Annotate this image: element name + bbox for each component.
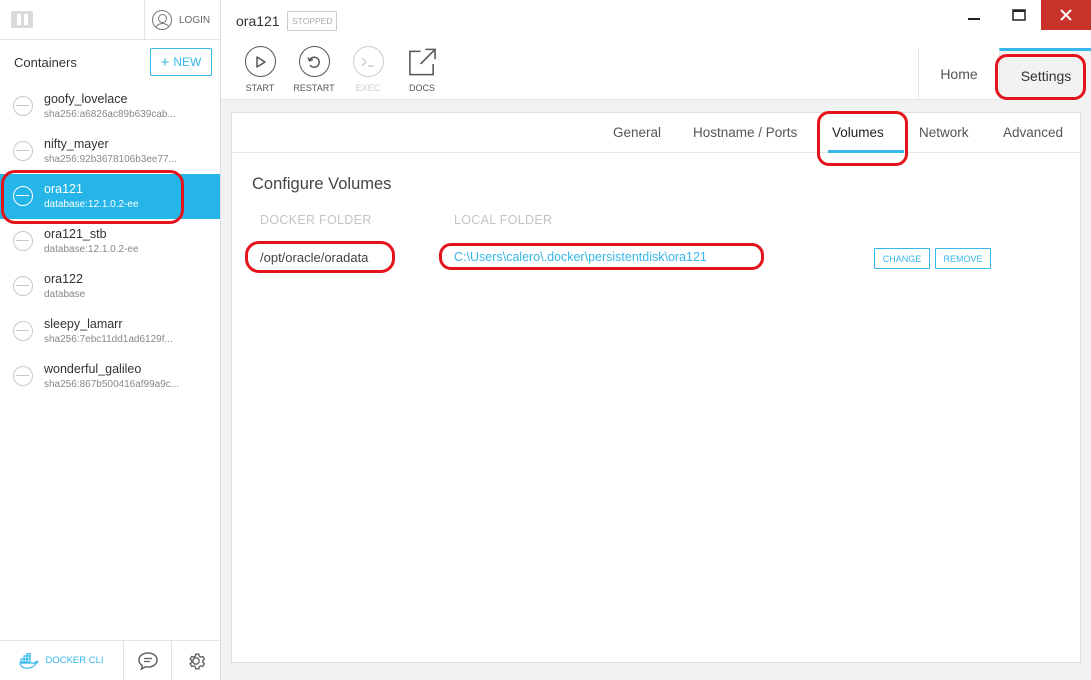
- subtab-general[interactable]: General: [613, 125, 661, 140]
- login-button[interactable]: LOGIN: [152, 9, 210, 31]
- docs-button[interactable]: DOCS: [395, 46, 449, 93]
- restart-button[interactable]: RESTART: [287, 46, 341, 93]
- stopped-status-icon: [13, 141, 33, 161]
- container-name: ora121_stb: [44, 227, 107, 241]
- sidebar-top-bar: LOGIN: [0, 0, 220, 40]
- container-item-ora121-stb[interactable]: ora121_stb database:12.1.0.2-ee: [0, 219, 220, 264]
- container-image: sha256:867b500416af99a9c...: [44, 379, 180, 390]
- container-name: ora122: [44, 272, 83, 286]
- sidebar-footer: DOCKER CLI: [0, 640, 220, 680]
- container-item-nifty-mayer[interactable]: nifty_mayer sha256:92b3678106b3ee77...: [0, 129, 220, 174]
- active-tab-indicator: [828, 150, 904, 153]
- docker-cli-button[interactable]: DOCKER CLI: [0, 641, 124, 680]
- user-icon: [152, 10, 172, 30]
- stopped-status-icon: [13, 186, 33, 206]
- start-label: START: [245, 83, 275, 93]
- tab-home[interactable]: Home: [919, 48, 999, 100]
- maximize-button[interactable]: [997, 0, 1041, 30]
- sidebar: LOGIN Containers + NEW goofy_lovelace sh…: [0, 0, 221, 680]
- docker-cli-label: DOCKER CLI: [45, 655, 104, 666]
- container-header: ora121 STOPPED START RESTART EXEC DOCS H…: [221, 0, 1091, 100]
- settings-subtabs: General Hostname / Ports Volumes Network…: [232, 113, 1080, 153]
- container-image: sha256:7ebc11dd1ad6129f...: [44, 334, 173, 345]
- remove-volume-button[interactable]: REMOVE: [935, 248, 991, 269]
- restart-icon: [298, 46, 330, 77]
- container-list: goofy_lovelace sha256:a6826ac89b639cab..…: [0, 84, 220, 399]
- container-item-ora121[interactable]: ora121 database:12.1.0.2-ee: [0, 174, 220, 219]
- column-header-docker-folder: DOCKER FOLDER: [260, 213, 372, 227]
- close-icon: [1060, 9, 1072, 21]
- external-link-icon: [407, 46, 438, 77]
- tab-settings[interactable]: Settings: [999, 48, 1091, 100]
- subtab-hostname-ports[interactable]: Hostname / Ports: [693, 125, 797, 140]
- container-title: ora121: [236, 13, 280, 29]
- docker-whale-icon: [19, 652, 40, 669]
- container-item-wonderful-galileo[interactable]: wonderful_galileo sha256:867b500416af99a…: [0, 354, 220, 399]
- stopped-status-icon: [13, 96, 33, 116]
- divider: [144, 0, 145, 40]
- subtab-advanced[interactable]: Advanced: [1003, 125, 1063, 140]
- login-label: LOGIN: [179, 14, 211, 26]
- container-image: database:12.1.0.2-ee: [44, 244, 139, 255]
- container-image: sha256:a6826ac89b639cab...: [44, 109, 176, 120]
- section-title: Configure Volumes: [252, 175, 392, 193]
- play-icon: [244, 46, 276, 77]
- kitematic-logo-icon: [11, 11, 33, 28]
- subtab-volumes[interactable]: Volumes: [832, 125, 884, 140]
- container-item-sleepy-lamarr[interactable]: sleepy_lamarr sha256:7ebc11dd1ad6129f...: [0, 309, 220, 354]
- docs-label: DOCS: [408, 83, 435, 93]
- status-badge: STOPPED: [287, 11, 338, 31]
- view-tabs: Home Settings: [918, 48, 1091, 100]
- docker-folder-path: /opt/oracle/oradata: [260, 250, 369, 265]
- stopped-status-icon: [13, 366, 33, 386]
- new-container-button[interactable]: + NEW: [150, 48, 212, 76]
- close-button[interactable]: [1041, 0, 1091, 30]
- container-item-ora122[interactable]: ora122 database: [0, 264, 220, 309]
- maximize-icon: [1012, 9, 1026, 21]
- container-image: database: [44, 289, 86, 300]
- container-name: nifty_mayer: [44, 137, 109, 151]
- gear-icon: [189, 652, 206, 669]
- container-name: sleepy_lamarr: [44, 317, 123, 331]
- containers-title: Containers: [14, 55, 77, 70]
- stopped-status-icon: [13, 276, 33, 296]
- stopped-status-icon: [13, 321, 33, 341]
- preferences-button[interactable]: [172, 641, 220, 680]
- minimize-button[interactable]: [952, 0, 996, 30]
- container-name: wonderful_galileo: [44, 362, 142, 376]
- subtab-network[interactable]: Network: [919, 125, 969, 140]
- container-image: sha256:92b3678106b3ee77...: [44, 154, 177, 165]
- restart-label: RESTART: [293, 83, 335, 93]
- container-item-goofy-lovelace[interactable]: goofy_lovelace sha256:a6826ac89b639cab..…: [0, 84, 220, 129]
- action-toolbar: START RESTART EXEC DOCS: [233, 46, 449, 93]
- new-button-label: NEW: [173, 55, 202, 69]
- feedback-button[interactable]: [124, 641, 172, 680]
- chat-bubble-icon: [137, 651, 158, 670]
- stopped-status-icon: [13, 231, 33, 251]
- column-header-local-folder: LOCAL FOLDER: [454, 213, 553, 227]
- terminal-icon: [352, 46, 384, 77]
- exec-label: EXEC: [355, 83, 381, 93]
- exec-button[interactable]: EXEC: [341, 46, 395, 93]
- container-name: ora121: [44, 182, 83, 196]
- settings-panel: General Hostname / Ports Volumes Network…: [231, 112, 1081, 663]
- minimize-icon: [968, 18, 980, 20]
- container-image: database:12.1.0.2-ee: [44, 199, 139, 210]
- container-name: goofy_lovelace: [44, 92, 128, 106]
- start-button[interactable]: START: [233, 46, 287, 93]
- plus-icon: +: [160, 53, 170, 71]
- change-volume-button[interactable]: CHANGE: [874, 248, 930, 269]
- local-folder-link[interactable]: C:\Users\calero\.docker\persistentdisk\o…: [454, 250, 707, 264]
